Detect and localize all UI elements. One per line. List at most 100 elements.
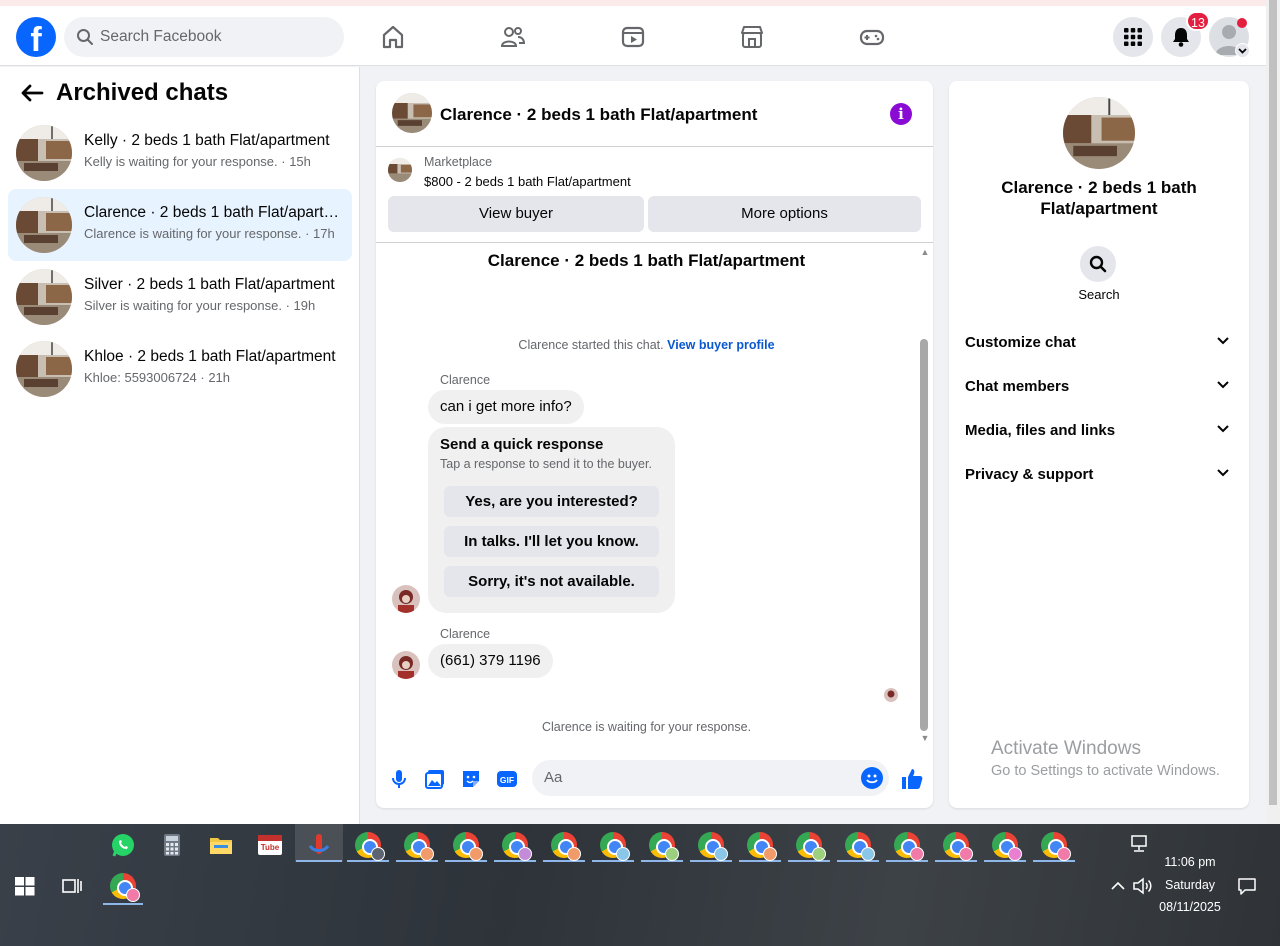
notifications-center-icon[interactable] xyxy=(1236,875,1258,897)
chat-preview: Clarence is waiting for your response. ·… xyxy=(84,226,335,241)
chrome-profile-icon[interactable] xyxy=(992,832,1022,861)
clock-date[interactable]: 08/11/2025 xyxy=(1150,900,1230,914)
top-accent-strip xyxy=(0,0,1266,6)
home-icon[interactable] xyxy=(380,24,406,50)
conversation-panel: Clarence · 2 beds 1 bath Flat/apartment … xyxy=(376,81,933,808)
view-buyer-profile-link[interactable]: View buyer profile xyxy=(667,338,774,352)
running-indicator xyxy=(543,860,585,862)
chat-row-kelly[interactable]: Kelly · 2 beds 1 bath Flat/apartment Kel… xyxy=(8,117,352,189)
listing-thumbnail xyxy=(16,125,72,181)
chrome-profile-icon[interactable] xyxy=(355,832,385,861)
view-buyer-button[interactable]: View buyer xyxy=(388,196,644,232)
quick-response-button[interactable]: Sorry, it's not available. xyxy=(444,566,659,597)
chrome-profile-icon[interactable] xyxy=(551,832,581,861)
gif-icon[interactable]: GIF xyxy=(496,768,518,790)
chrome-profile-icon[interactable] xyxy=(845,832,875,861)
svg-text:GIF: GIF xyxy=(500,775,514,785)
running-indicator xyxy=(788,860,830,862)
clock-day[interactable]: Saturday xyxy=(1150,878,1230,892)
listing-thumbnail[interactable] xyxy=(392,93,432,133)
task-view-icon[interactable] xyxy=(59,873,85,899)
network-icon[interactable] xyxy=(1128,832,1152,856)
running-indicator xyxy=(396,860,438,862)
section-label: Privacy & support xyxy=(965,466,1094,483)
running-indicator xyxy=(690,860,732,862)
scroll-down-arrow-icon[interactable]: ▼ xyxy=(919,733,931,745)
microphone-icon[interactable] xyxy=(388,768,410,790)
listing-photo[interactable] xyxy=(1063,97,1135,169)
back-arrow-icon[interactable] xyxy=(20,84,44,102)
chat-row-clarence[interactable]: Clarence · 2 beds 1 bath Flat/apartment … xyxy=(8,189,352,261)
running-indicator xyxy=(739,860,781,862)
chat-name: Silver · 2 beds 1 bath Flat/apartment xyxy=(84,276,335,293)
photo-icon[interactable] xyxy=(424,768,446,790)
video-icon[interactable] xyxy=(620,24,646,50)
like-thumb-icon[interactable] xyxy=(900,767,924,791)
search-icon xyxy=(77,29,93,45)
chat-members-section[interactable]: Chat members xyxy=(965,375,1233,399)
sticker-icon[interactable] xyxy=(460,768,482,790)
file-explorer-icon[interactable] xyxy=(208,832,234,858)
calculator-icon[interactable] xyxy=(159,832,185,858)
chevron-up-icon[interactable] xyxy=(1108,876,1128,896)
search-conversation-button[interactable] xyxy=(1080,246,1116,282)
info-icon[interactable]: i xyxy=(890,103,912,125)
message-composer: GIF Aa xyxy=(376,753,933,808)
gaming-icon[interactable] xyxy=(859,24,885,50)
privacy-support-section[interactable]: Privacy & support xyxy=(965,463,1233,487)
buyer-avatar[interactable] xyxy=(392,585,420,613)
marketplace-icon[interactable] xyxy=(739,24,765,50)
chrome-profile-icon[interactable] xyxy=(404,832,434,861)
details-name: Clarence · 2 beds 1 bath Flat/apartment xyxy=(1001,178,1197,218)
message-bubble[interactable]: (661) 379 1196 xyxy=(428,644,553,678)
message-sender: Clarence xyxy=(440,627,491,641)
account-chevron-icon[interactable] xyxy=(1235,43,1250,58)
listing-thumbnail xyxy=(16,269,72,325)
listing-price-title[interactable]: $800 - 2 beds 1 bath Flat/apartment xyxy=(424,174,631,189)
chrome-profile-icon[interactable] xyxy=(747,832,777,861)
buyer-avatar[interactable] xyxy=(392,651,420,679)
chat-started-text: Clarence started this chat. xyxy=(518,338,664,352)
whatsapp-icon[interactable] xyxy=(110,832,136,858)
listing-thumbnail xyxy=(388,158,412,182)
running-indicator xyxy=(641,860,683,862)
window-scrollbar[interactable] xyxy=(1266,0,1280,824)
volume-icon[interactable] xyxy=(1131,875,1153,897)
chrome-profile-icon[interactable] xyxy=(453,832,483,861)
chrome-profile-icon[interactable] xyxy=(943,832,973,861)
scrollbar-thumb[interactable] xyxy=(920,339,928,731)
more-options-button[interactable]: More options xyxy=(648,196,921,232)
chrome-profile-icon[interactable] xyxy=(1041,832,1071,861)
emoji-icon[interactable] xyxy=(861,767,883,789)
chrome-profile-icon[interactable] xyxy=(649,832,679,861)
window-scrollbar-thumb[interactable] xyxy=(1269,0,1277,805)
facebook-logo[interactable]: f xyxy=(16,17,56,57)
media-files-links-section[interactable]: Media, files and links xyxy=(965,419,1233,443)
clock-time[interactable]: 11:06 pm xyxy=(1150,855,1230,869)
friends-icon[interactable] xyxy=(500,24,526,50)
chrome-profile-icon[interactable] xyxy=(894,832,924,861)
quick-response-button[interactable]: Yes, are you interested? xyxy=(444,486,659,517)
conversation-title[interactable]: Clarence · 2 beds 1 bath Flat/apartment xyxy=(440,105,757,125)
windows-start-icon[interactable] xyxy=(12,873,38,899)
chat-name: Clarence · 2 beds 1 bath Flat/apartment xyxy=(84,204,344,221)
customize-chat-section[interactable]: Customize chat xyxy=(965,331,1233,355)
chat-name: Kelly · 2 beds 1 bath Flat/apartment xyxy=(84,132,330,149)
chat-name: Khloe · 2 beds 1 bath Flat/apartment xyxy=(84,348,336,365)
message-input[interactable]: Aa xyxy=(532,760,889,796)
tube-app-icon[interactable]: Tube xyxy=(257,832,283,858)
chat-started-notice: Clarence started this chat. View buyer p… xyxy=(376,338,917,352)
chat-row-khloe[interactable]: Khloe · 2 beds 1 bath Flat/apartment Khl… xyxy=(8,333,352,405)
quick-response-button[interactable]: In talks. I'll let you know. xyxy=(444,526,659,557)
chrome-profile-icon[interactable] xyxy=(600,832,630,861)
chrome-profile-icon[interactable] xyxy=(502,832,532,861)
search-facebook-input[interactable]: Search Facebook xyxy=(64,17,344,57)
pinned-app-icon[interactable] xyxy=(306,832,332,858)
chrome-taskbar-icon[interactable] xyxy=(110,873,140,902)
message-bubble[interactable]: can i get more info? xyxy=(428,390,584,424)
chat-row-silver[interactable]: Silver · 2 beds 1 bath Flat/apartment Si… xyxy=(8,261,352,333)
chrome-profile-icon[interactable] xyxy=(698,832,728,861)
scroll-up-arrow-icon[interactable]: ▲ xyxy=(919,247,931,259)
chrome-profile-icon[interactable] xyxy=(796,832,826,861)
menu-grid-button[interactable] xyxy=(1113,17,1153,57)
